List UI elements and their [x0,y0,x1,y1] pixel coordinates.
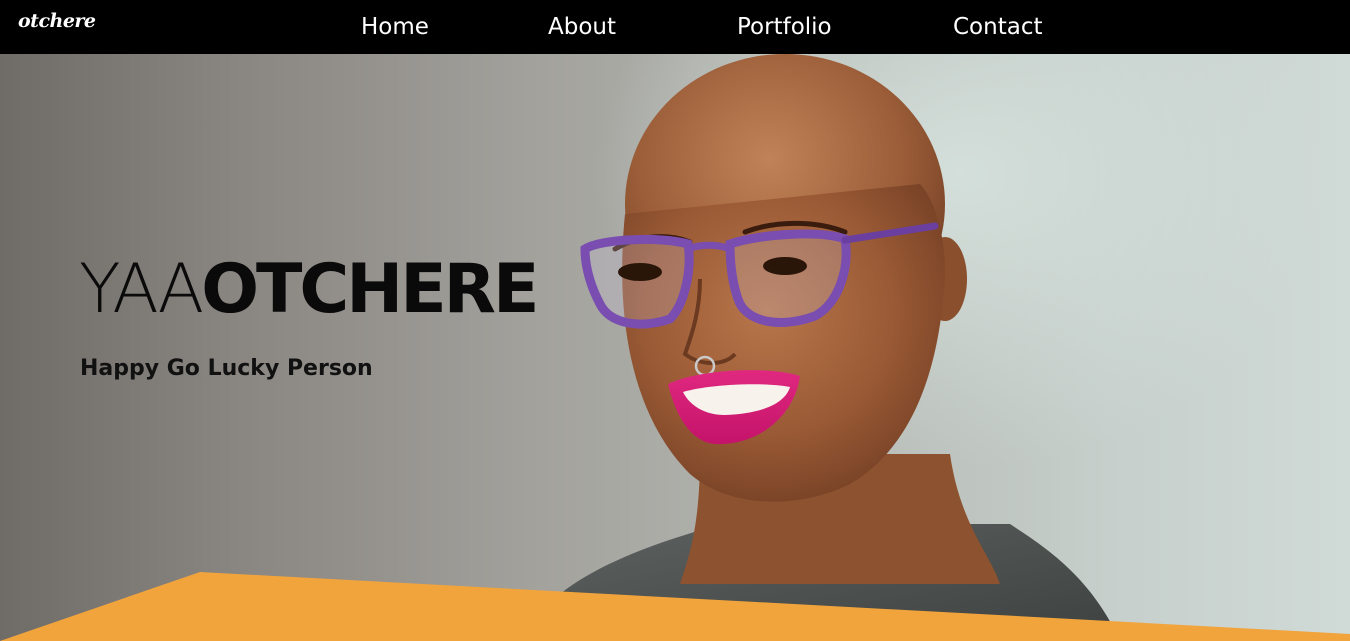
hero-name-last: OTCHERE [201,250,539,329]
nav-link-portfolio[interactable]: Portfolio [737,12,832,42]
hero-tagline: Happy Go Lucky Person [80,356,373,381]
glasses-right-lens [725,229,851,327]
logo-wordmark[interactable]: otchere [18,10,96,32]
glasses-bridge [686,241,732,253]
hero-name-heading: YAAOTCHERE [79,250,539,330]
glasses-left-lens [580,234,694,329]
eye-right [763,257,807,275]
top-navbar: otchere Home About Portfolio Contact [0,0,1350,54]
hero-portrait-image [540,54,1120,641]
page: otchere Home About Portfolio Contact YAA… [0,0,1350,641]
nav-link-about[interactable]: About [548,12,616,42]
eye-left [618,263,662,281]
nav-link-home[interactable]: Home [361,12,429,42]
hero-section: YAAOTCHERE Happy Go Lucky Person [0,54,1350,641]
nav-link-contact[interactable]: Contact [953,12,1042,42]
hero-name-first: YAA [79,250,204,329]
